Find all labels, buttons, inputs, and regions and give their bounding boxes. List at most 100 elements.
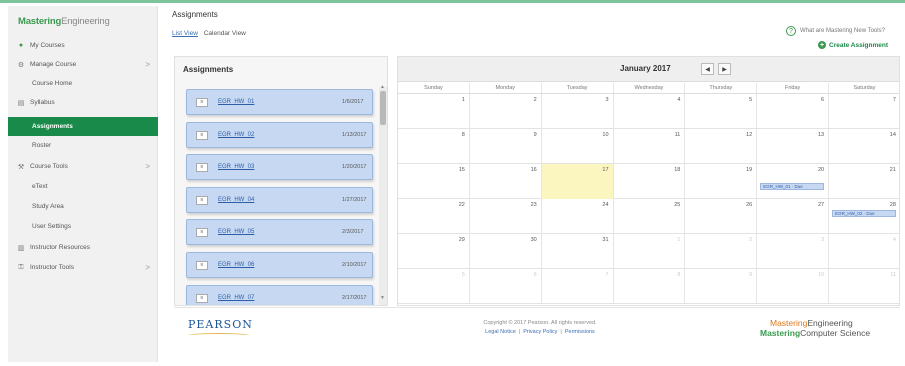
calendar-day-cell[interactable]: 16 <box>470 164 542 199</box>
assignment-name-link[interactable]: EGR_HW_01 <box>218 99 328 105</box>
calendar-day-cell[interactable]: 28 EGR_HW_02 · Due <box>829 199 899 234</box>
calendar-day-cell[interactable]: 30 <box>470 234 542 269</box>
calendar-event[interactable]: EGR_HW_01 · Due <box>760 183 825 190</box>
calendar-day-cell[interactable]: 25 <box>614 199 686 234</box>
calendar-day-cell-next-month[interactable]: 4 <box>829 234 899 269</box>
day-number: 4 <box>892 237 896 243</box>
calendar-day-cell[interactable]: 8 <box>398 129 470 164</box>
sidebar-item-study-area[interactable]: Study Area <box>8 197 158 216</box>
sidebar-item-syllabus[interactable]: ▤ Syllabus <box>8 93 158 112</box>
calendar-day-cell[interactable]: 2 <box>470 94 542 129</box>
sidebar-item-my-courses[interactable]: ● My Courses <box>8 36 158 55</box>
sidebar-item-course-home[interactable]: Course Home <box>8 74 158 93</box>
calendar-day-cell[interactable]: 22 <box>398 199 470 234</box>
calendar-day-cell-next-month[interactable]: 5 <box>398 269 470 304</box>
calendar-day-cell[interactable]: 11 <box>614 129 686 164</box>
sidebar-item-label: Roster <box>32 142 52 149</box>
scroll-up-arrow-icon[interactable]: ▲ <box>380 84 385 90</box>
day-number: 3 <box>821 237 825 243</box>
calendar-day-cell-today[interactable]: 17 <box>541 164 614 199</box>
calendar-day-cell[interactable]: 3 <box>542 94 614 129</box>
calendar-day-cell[interactable]: 14 <box>829 129 899 164</box>
calendar-day-cell[interactable]: 4 <box>614 94 686 129</box>
assignment-name-link[interactable]: EGR_HW_07 <box>218 295 328 301</box>
assignment-name-link[interactable]: EGR_HW_04 <box>218 197 328 203</box>
sidebar-item-manage-course[interactable]: ⚙ Manage Course > <box>8 55 158 74</box>
assignment-card[interactable]: ≡ EGR_HW_03 1/20/2017 <box>186 154 373 180</box>
sidebar-item-instructor-tools[interactable]: ⚿ Instructor Tools > <box>8 258 158 277</box>
assignment-card[interactable]: ≡ EGR_HW_07 2/17/2017 <box>186 285 373 305</box>
calendar-day-cell-next-month[interactable]: 6 <box>470 269 542 304</box>
calendar-day-cell[interactable]: 26 <box>685 199 758 234</box>
drag-handle-icon[interactable]: ≡ <box>196 260 208 270</box>
prev-month-button[interactable]: ◀ <box>701 63 714 75</box>
calendar-day-cell[interactable]: 19 <box>685 164 758 199</box>
sidebar-item-roster[interactable]: Roster <box>8 136 158 155</box>
assignment-card[interactable]: ≡ EGR_HW_02 1/13/2017 <box>186 122 373 148</box>
calendar-day-cell[interactable]: 31 <box>542 234 614 269</box>
calendar-day-cell-next-month[interactable]: 1 <box>614 234 686 269</box>
next-month-button[interactable]: ▶ <box>718 63 731 75</box>
day-number: 10 <box>817 272 825 278</box>
create-assignment-label: Create Assignment <box>829 41 888 49</box>
sidebar-item-etext[interactable]: eText <box>8 177 158 196</box>
scroll-down-arrow-icon[interactable]: ▼ <box>380 295 385 301</box>
scrollbar-thumb[interactable] <box>380 91 386 125</box>
sidebar-item-course-tools[interactable]: ⚒ Course Tools > <box>8 157 158 176</box>
calendar-day-cell[interactable]: 18 <box>614 164 686 199</box>
calendar-day-cell-next-month[interactable]: 7 <box>542 269 614 304</box>
top-accent-bar <box>0 0 905 3</box>
calendar-day-cell[interactable]: 15 <box>398 164 470 199</box>
permissions-link[interactable]: Permissions <box>565 329 595 335</box>
assignment-name-link[interactable]: EGR_HW_05 <box>218 229 328 235</box>
drag-handle-icon[interactable]: ≡ <box>196 162 208 172</box>
assignment-name-link[interactable]: EGR_HW_03 <box>218 164 328 170</box>
calendar-day-cell[interactable]: 5 <box>685 94 758 129</box>
assignment-name-link[interactable]: EGR_HW_06 <box>218 262 328 268</box>
calendar-day-cell[interactable]: 1 <box>398 94 470 129</box>
weekday-label: Wednesday <box>614 83 686 93</box>
calendar-day-cell[interactable]: 20 EGR_HW_01 · Due <box>757 164 830 199</box>
assignment-card[interactable]: ≡ EGR_HW_05 2/3/2017 <box>186 219 373 245</box>
calendar-day-cell[interactable]: 6 <box>757 94 830 129</box>
assignment-card[interactable]: ≡ EGR_HW_01 1/6/2017 <box>186 89 373 115</box>
calendar-day-cell[interactable]: 10 <box>542 129 614 164</box>
sidebar-item-assignments[interactable]: Assignments <box>8 117 158 136</box>
calendar-day-cell[interactable]: 21 <box>829 164 899 199</box>
drag-handle-icon[interactable]: ≡ <box>196 293 208 303</box>
assignment-card[interactable]: ≡ EGR_HW_06 2/10/2017 <box>186 252 373 278</box>
drag-handle-icon[interactable]: ≡ <box>196 97 208 107</box>
create-assignment-button[interactable]: + Create Assignment <box>818 41 888 49</box>
whats-new-link[interactable]: ? What are Mastering New Tools? <box>786 26 885 36</box>
calendar-day-cell[interactable]: 29 <box>398 234 470 269</box>
calendar-day-cell[interactable]: 27 <box>757 199 830 234</box>
sidebar-item-user-settings[interactable]: User Settings <box>8 217 158 236</box>
calendar-day-cell-next-month[interactable]: 3 <box>757 234 830 269</box>
day-number: 1 <box>677 237 681 243</box>
assignment-name-link[interactable]: EGR_HW_02 <box>218 132 328 138</box>
calendar-event[interactable]: EGR_HW_02 · Due <box>832 210 897 217</box>
privacy-policy-link[interactable]: Privacy Policy <box>523 329 557 335</box>
calendar-day-cell-next-month[interactable]: 11 <box>829 269 899 304</box>
calendar-day-cell[interactable]: 13 <box>757 129 830 164</box>
calendar-day-cell-next-month[interactable]: 2 <box>685 234 758 269</box>
app-logo[interactable]: MasteringEngineering <box>18 16 110 27</box>
drag-handle-icon[interactable]: ≡ <box>196 195 208 205</box>
drag-handle-icon[interactable]: ≡ <box>196 227 208 237</box>
calendar-day-cell[interactable]: 7 <box>829 94 899 129</box>
calendar-day-cell-next-month[interactable]: 9 <box>685 269 758 304</box>
pearson-logo[interactable]: PEARSON <box>188 318 253 331</box>
calendar-day-cell[interactable]: 24 <box>542 199 614 234</box>
calendar-day-cell-next-month[interactable]: 8 <box>614 269 686 304</box>
pearson-swoosh-icon <box>188 333 250 338</box>
calendar-day-cell[interactable]: 9 <box>470 129 542 164</box>
calendar-day-cell[interactable]: 12 <box>685 129 758 164</box>
sidebar-item-instructor-resources[interactable]: ▥ Instructor Resources <box>8 238 158 257</box>
drag-handle-icon[interactable]: ≡ <box>196 130 208 140</box>
list-view-link[interactable]: List View <box>172 30 198 37</box>
assignment-card[interactable]: ≡ EGR_HW_04 1/27/2017 <box>186 187 373 213</box>
legal-notice-link[interactable]: Legal Notice <box>485 329 516 335</box>
calendar-day-cell-next-month[interactable]: 10 <box>757 269 830 304</box>
calendar-day-cell[interactable]: 23 <box>470 199 542 234</box>
footer-links: Legal Notice | Privacy Policy | Permissions <box>440 329 640 335</box>
